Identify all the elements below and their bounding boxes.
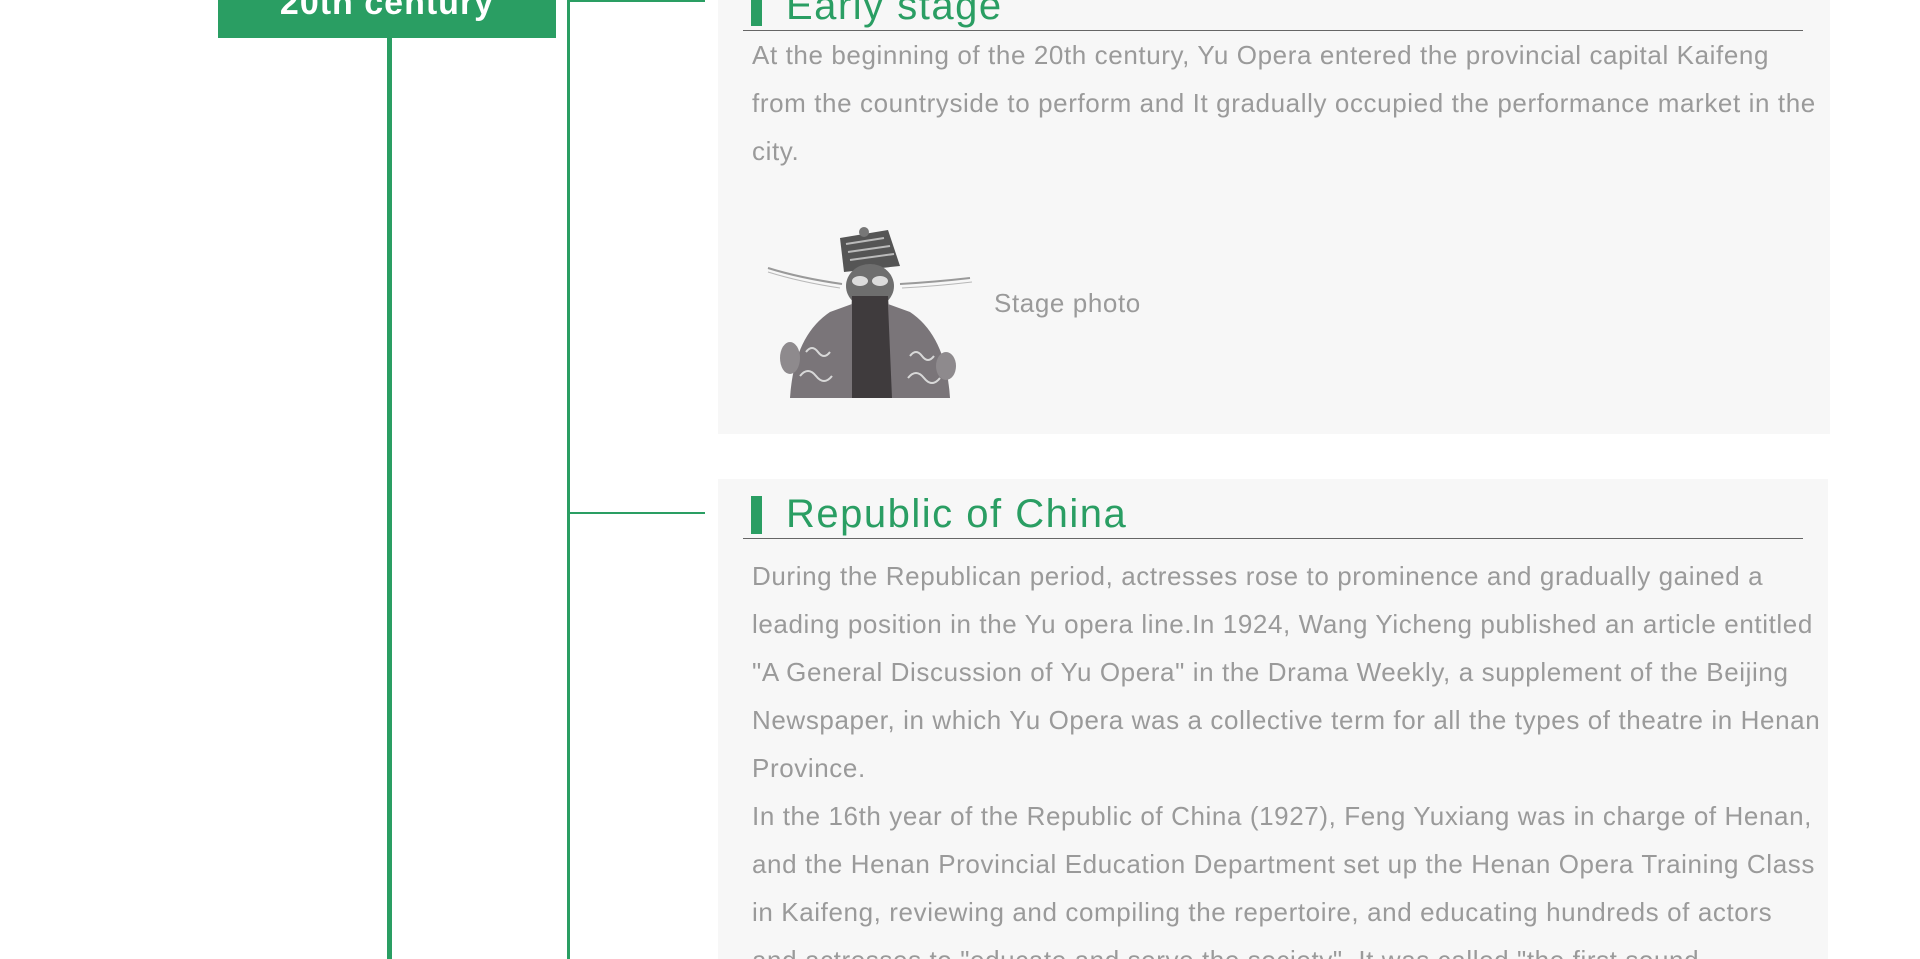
section-title: Early stage (786, 0, 1003, 28)
section-paragraph: At the beginning of the 20th century, Yu… (752, 40, 1816, 166)
opera-performer-image (767, 227, 973, 398)
section-header: Republic of China (743, 490, 1803, 539)
section-card-early-stage: Early stage At the beginning of the 20th… (718, 0, 1830, 434)
timeline-main-line (387, 38, 392, 959)
photo-caption: Stage photo (994, 288, 1141, 318)
timeline-connector-early-stage (570, 0, 705, 2)
section-title: Republic of China (786, 492, 1128, 536)
section-paragraph: In the 16th year of the Republic of Chin… (752, 801, 1815, 959)
timeline-page: 20th century Early stage At the beginnin… (0, 0, 1920, 959)
section-marker (751, 496, 762, 534)
section-paragraph: During the Republican period, actresses … (752, 561, 1821, 783)
section-header: Early stage (743, 0, 1803, 31)
era-label: 20th century (279, 0, 495, 22)
section-card-republic-of-china: Republic of China During the Republican … (718, 479, 1828, 959)
timeline-connector-republic (570, 512, 705, 514)
section-marker (751, 0, 762, 26)
timeline-branch-line (567, 0, 570, 959)
era-badge: 20th century (218, 0, 556, 38)
stage-photo (760, 226, 978, 398)
